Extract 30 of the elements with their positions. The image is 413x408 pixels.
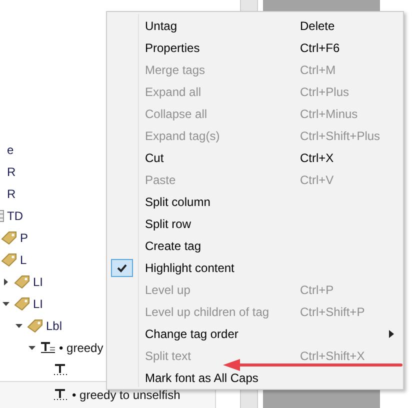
tag-icon <box>14 297 30 311</box>
menu-item[interactable]: Create tag <box>107 235 403 257</box>
tree-item-label[interactable]: LI <box>33 297 44 311</box>
menu-item[interactable]: Properties Ctrl+F6 <box>107 37 403 59</box>
tree-item-label[interactable]: LI <box>33 275 44 289</box>
tree-item-label[interactable]: e <box>7 143 14 157</box>
tree-item-label[interactable]: P <box>20 231 28 245</box>
collapse-arrow-icon[interactable] <box>28 344 36 352</box>
tag-icon <box>1 253 17 267</box>
tree-item-label[interactable]: R <box>7 187 16 201</box>
collapse-arrow-icon[interactable] <box>2 300 10 308</box>
tree-item-label[interactable]: • greedy <box>59 341 104 355</box>
tag-icon <box>27 319 43 333</box>
menu-item[interactable]: Split row <box>107 213 403 235</box>
text-icon <box>40 341 56 355</box>
tag-icon <box>1 231 17 245</box>
tree-item-label[interactable]: Lbl <box>46 319 62 333</box>
expand-arrow-icon[interactable] <box>2 278 10 286</box>
menu-item[interactable]: Highlight content <box>107 257 403 279</box>
tree-item-label[interactable]: L <box>20 253 27 267</box>
menu-item[interactable]: Cut Ctrl+X <box>107 147 403 169</box>
tag-icon <box>14 275 30 289</box>
menu-item[interactable]: Mark font as All Caps <box>107 367 403 389</box>
menu-item[interactable]: Change tag order <box>107 323 403 345</box>
collapse-arrow-icon[interactable] <box>15 322 23 330</box>
menu-item[interactable]: Split column <box>107 191 403 213</box>
submenu-arrow-icon <box>389 330 394 338</box>
tree-item-label[interactable]: R <box>7 165 16 179</box>
tree-item-label[interactable]: TD <box>7 209 23 223</box>
menu-item[interactable]: Untag Delete <box>107 15 403 37</box>
